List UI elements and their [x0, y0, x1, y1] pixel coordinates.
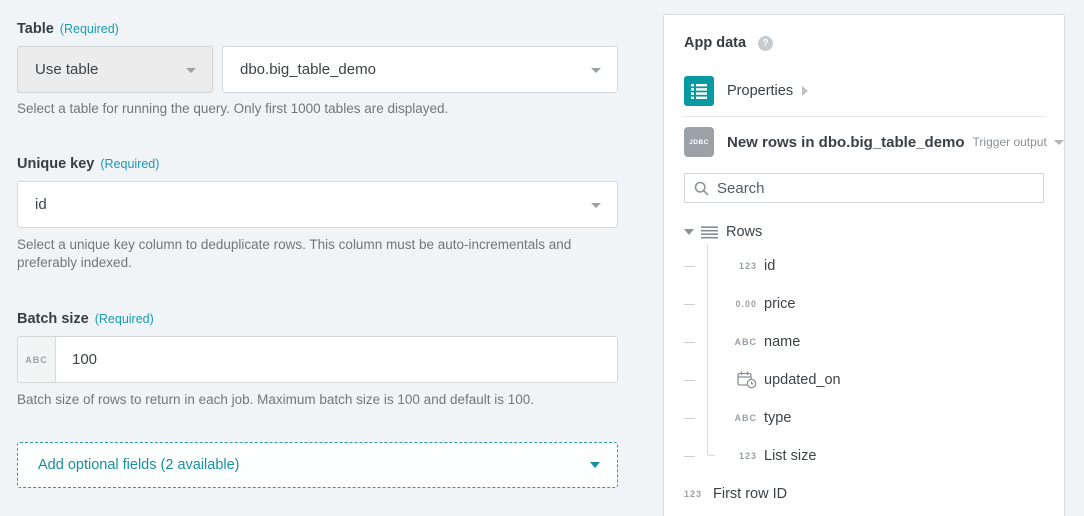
app-data-panel: App data ? Properties JDBC New rows in d… — [663, 14, 1065, 516]
caret-down-icon — [591, 203, 601, 208]
search-icon — [694, 181, 709, 196]
integer-type-icon: 123 — [722, 451, 757, 461]
trigger-output-item[interactable]: JDBC New rows in dbo.big_table_demo Trig… — [684, 127, 1044, 157]
datapill-first-row-id[interactable]: 123 First row ID — [682, 475, 1044, 513]
table-field-label: Table — [17, 20, 54, 38]
properties-label: Properties — [727, 83, 793, 99]
text-type-prefix-badge: ABC — [18, 337, 56, 382]
leaf-dash-icon — [684, 304, 695, 305]
unique-key-select-value: id — [35, 196, 47, 213]
batch-size-input[interactable] — [56, 337, 617, 382]
chevron-right-icon — [802, 86, 808, 96]
caret-down-icon — [590, 462, 600, 468]
datapill-type[interactable]: ABC type — [682, 399, 1044, 437]
properties-list-icon — [684, 76, 714, 106]
caret-down-icon — [684, 229, 694, 235]
datapill-search-box — [684, 173, 1044, 203]
table-field-label-row: Table (Required) — [17, 20, 618, 38]
caret-down-icon — [1054, 140, 1064, 145]
string-type-icon: ABC — [722, 337, 757, 347]
tree-node-label: Rows — [726, 224, 762, 240]
jdbc-app-icon: JDBC — [684, 127, 714, 157]
table-hint: Select a table for running the query. On… — [17, 100, 618, 118]
tree-node-rows[interactable]: Rows — [682, 217, 1044, 247]
leaf-dash-icon — [684, 418, 695, 419]
table-name-select[interactable]: dbo.big_table_demo — [222, 46, 618, 93]
search-input[interactable] — [717, 175, 1043, 201]
table-name-select-value: dbo.big_table_demo — [240, 61, 376, 78]
trigger-output-title: New rows in dbo.big_table_demo — [727, 134, 965, 151]
leaf-dash-icon — [684, 266, 695, 267]
leaf-dash-icon — [684, 342, 695, 343]
add-optional-fields-button[interactable]: Add optional fields (2 available) — [17, 442, 618, 488]
tree-children: 123 id 0.00 price ABC name — [682, 247, 1044, 475]
table-required-tag: (Required) — [60, 20, 119, 38]
table-controls: Use table dbo.big_table_demo — [17, 46, 618, 93]
unique-key-required-tag: (Required) — [100, 155, 159, 173]
trigger-config-form: Table (Required) Use table dbo.big_table… — [17, 0, 618, 488]
caret-down-icon — [186, 68, 196, 73]
app-data-title: App data — [684, 35, 746, 51]
unique-key-field-label-row: Unique key (Required) — [17, 155, 618, 173]
recipe-config-page: Table (Required) Use table dbo.big_table… — [0, 0, 1084, 516]
caret-down-icon — [591, 68, 601, 73]
properties-item[interactable]: Properties — [684, 76, 1044, 106]
table-source-select-value: Use table — [35, 61, 98, 78]
divider — [684, 116, 1044, 117]
batch-size-field-label-row: Batch size (Required) — [17, 310, 618, 328]
app-data-header: App data ? — [684, 33, 1044, 53]
unique-key-field-label: Unique key — [17, 155, 94, 173]
string-type-icon: ABC — [722, 413, 757, 423]
help-icon[interactable]: ? — [758, 36, 773, 51]
trigger-output-subtitle: Trigger output — [973, 135, 1047, 149]
datapill-list-size[interactable]: 123 List size — [682, 437, 1044, 475]
leaf-dash-icon — [684, 380, 695, 381]
integer-type-icon: 123 — [676, 489, 702, 499]
leaf-dash-icon — [684, 456, 695, 457]
datapill-price[interactable]: 0.00 price — [682, 285, 1044, 323]
datapill-updated-on[interactable]: updated_on — [682, 361, 1044, 399]
decimal-type-icon: 0.00 — [722, 299, 757, 309]
datapill-id[interactable]: 123 id — [682, 247, 1044, 285]
add-optional-fields-label: Add optional fields (2 available) — [38, 457, 240, 473]
integer-type-icon: 123 — [722, 261, 757, 271]
batch-size-field-label: Batch size — [17, 310, 89, 328]
unique-key-hint: Select a unique key column to deduplicat… — [17, 236, 603, 272]
datapill-name[interactable]: ABC name — [682, 323, 1044, 361]
table-source-select[interactable]: Use table — [17, 46, 213, 93]
list-icon — [701, 226, 718, 239]
output-datatree: Rows 123 id 0.00 price ABC name — [682, 217, 1044, 513]
batch-size-input-group: ABC — [17, 336, 618, 383]
batch-size-hint: Batch size of rows to return in each job… — [17, 391, 618, 409]
batch-size-required-tag: (Required) — [95, 310, 154, 328]
calendar-clock-icon — [737, 371, 757, 389]
unique-key-select[interactable]: id — [17, 181, 618, 228]
